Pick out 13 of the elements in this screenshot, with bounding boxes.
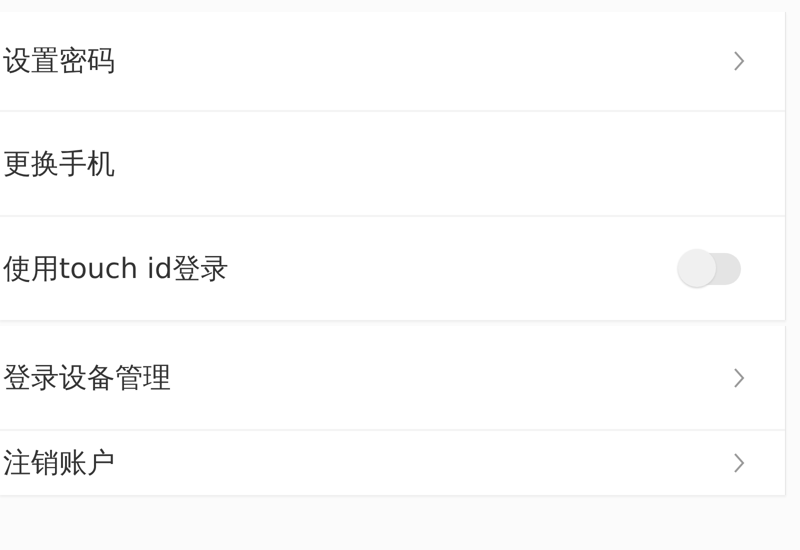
chevron-icon [733,50,745,72]
chevron-icon [733,366,745,388]
settings-row[interactable]: 使用touch id登录 [0,217,785,320]
row-label: 注销账户 [3,445,115,481]
settings-row[interactable]: 登录设备管理 [0,326,785,431]
settings-row[interactable]: 设置密码 [0,12,785,112]
row-label: 登录设备管理 [3,360,171,396]
row-label: 使用touch id登录 [3,250,228,286]
row-label: 设置密码 [3,43,115,79]
row-label: 更换手机 [3,146,115,182]
settings-row[interactable]: 更换手机 [0,112,785,217]
settings-row[interactable]: 注销账户 [0,431,785,495]
chevron-icon [733,452,745,474]
